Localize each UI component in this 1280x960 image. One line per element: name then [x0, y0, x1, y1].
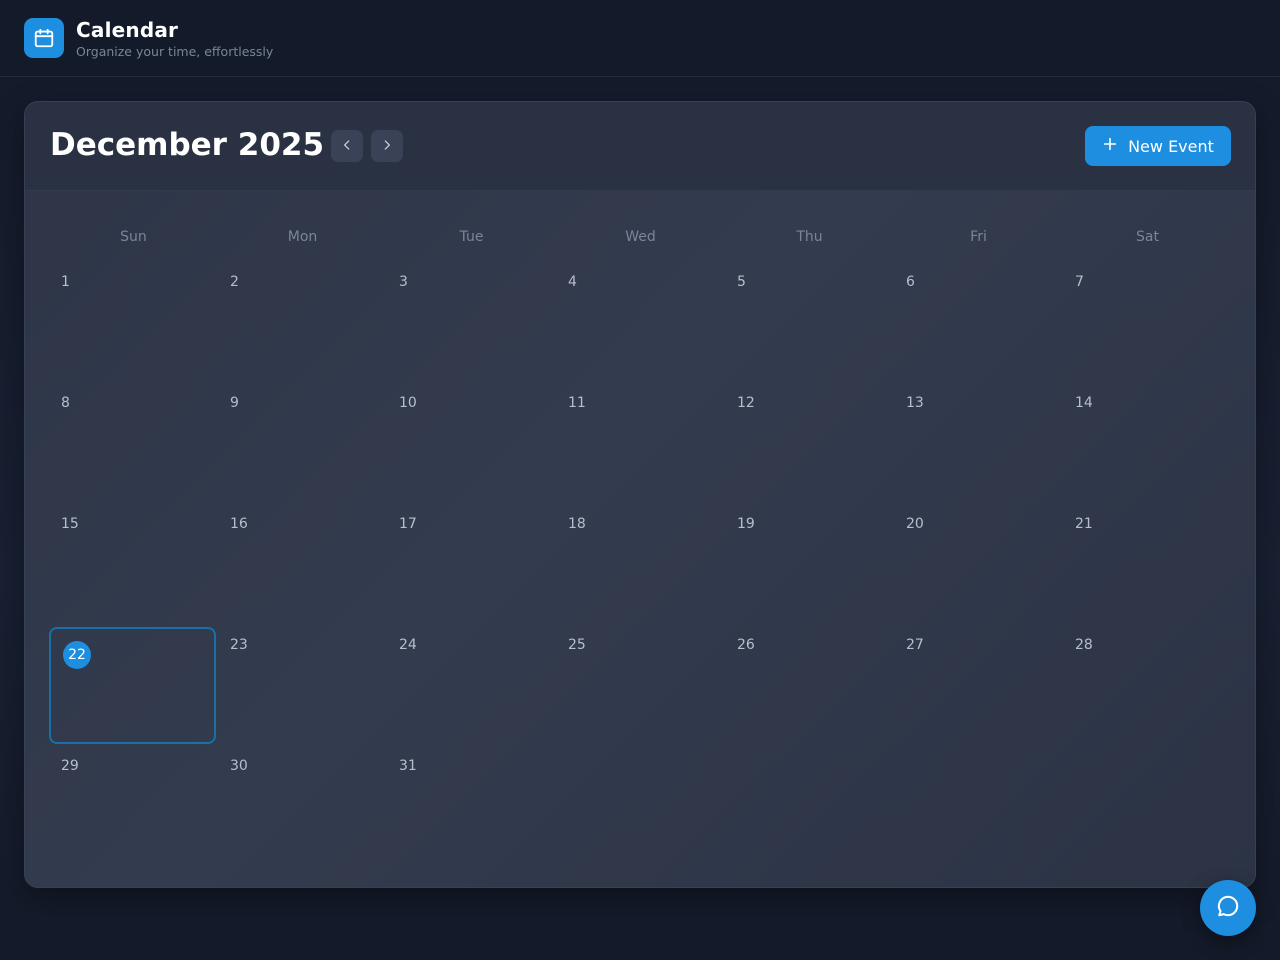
- weekday-label: Wed: [625, 229, 656, 245]
- day-number: 6: [906, 274, 915, 290]
- chat-bubble-icon: [1215, 893, 1241, 923]
- weekday-label: Mon: [287, 229, 318, 245]
- plus-icon: [1102, 136, 1118, 156]
- new-event-label: New Event: [1128, 136, 1214, 156]
- day-cell[interactable]: 7: [1063, 262, 1232, 383]
- weekday-label: Fri: [970, 229, 987, 245]
- day-number: 18: [568, 516, 586, 532]
- day-cell[interactable]: 28: [1063, 625, 1232, 746]
- day-cell[interactable]: 23: [218, 625, 387, 746]
- day-cell[interactable]: 4: [556, 262, 725, 383]
- day-number: 5: [737, 274, 746, 290]
- day-cell[interactable]: 29: [49, 746, 218, 867]
- calendar-panel: December 2025 New Event Sun Mon Tue Wed …: [24, 101, 1256, 888]
- day-number: 22: [63, 641, 91, 669]
- day-number: 30: [230, 758, 248, 774]
- day-number: 19: [737, 516, 755, 532]
- day-cell[interactable]: 5: [725, 262, 894, 383]
- previous-month-button[interactable]: [331, 130, 363, 162]
- day-cell[interactable]: 18: [556, 504, 725, 625]
- day-cell[interactable]: 20: [894, 504, 1063, 625]
- top-bar: Calendar Organize your time, effortlessl…: [0, 0, 1280, 77]
- app-title: Calendar: [76, 18, 179, 42]
- day-number: 4: [568, 274, 577, 290]
- day-number: 29: [61, 758, 79, 774]
- day-number: 9: [230, 395, 239, 411]
- day-number: 20: [906, 516, 924, 532]
- day-cell[interactable]: 21: [1063, 504, 1232, 625]
- day-cell[interactable]: 13: [894, 383, 1063, 504]
- weekday-label: Tue: [459, 229, 484, 245]
- day-cell[interactable]: 12: [725, 383, 894, 504]
- day-cell[interactable]: 17: [387, 504, 556, 625]
- day-number: 27: [906, 637, 924, 653]
- day-number: 7: [1075, 274, 1084, 290]
- day-cell[interactable]: 8: [49, 383, 218, 504]
- day-number: 25: [568, 637, 586, 653]
- calendar-icon: [24, 18, 64, 58]
- day-cell[interactable]: 24: [387, 625, 556, 746]
- weekday-label: Thu: [796, 229, 823, 245]
- day-cell[interactable]: 30: [218, 746, 387, 867]
- weekday-header-row: Sun Mon Tue Wed Thu Fri Sat: [49, 229, 1233, 249]
- day-number: 8: [61, 395, 70, 411]
- day-cell[interactable]: 1: [49, 262, 218, 383]
- day-cell[interactable]: 19: [725, 504, 894, 625]
- day-number: 24: [399, 637, 417, 653]
- day-number: 16: [230, 516, 248, 532]
- day-cell[interactable]: 25: [556, 625, 725, 746]
- calendar-header: December 2025 New Event: [25, 102, 1255, 191]
- chat-button[interactable]: [1200, 880, 1256, 936]
- day-number: 26: [737, 637, 755, 653]
- day-number: 14: [1075, 395, 1093, 411]
- day-cell[interactable]: 3: [387, 262, 556, 383]
- next-month-button[interactable]: [371, 130, 403, 162]
- day-number: 11: [568, 395, 586, 411]
- month-grid: 1 2 3 4 5 6 7 8 9 10 11 12 13 14 15 16 17 18 19 20 21 22 23 24 2…: [49, 262, 1233, 867]
- month-title: December 2025: [50, 127, 325, 163]
- day-cell[interactable]: 14: [1063, 383, 1232, 504]
- day-number: 1: [61, 274, 70, 290]
- day-number: 12: [737, 395, 755, 411]
- day-number: 15: [61, 516, 79, 532]
- app-subtitle: Organize your time, effortlessly: [76, 44, 274, 59]
- day-number: 3: [399, 274, 408, 290]
- day-number: 23: [230, 637, 248, 653]
- day-number: 10: [399, 395, 417, 411]
- new-event-button[interactable]: New Event: [1085, 126, 1231, 166]
- day-cell[interactable]: 11: [556, 383, 725, 504]
- chevron-right-icon: [380, 137, 394, 156]
- chevron-left-icon: [340, 137, 354, 156]
- day-number: 13: [906, 395, 924, 411]
- day-number: 31: [399, 758, 417, 774]
- day-cell[interactable]: 26: [725, 625, 894, 746]
- day-cell[interactable]: 10: [387, 383, 556, 504]
- day-number: 28: [1075, 637, 1093, 653]
- day-cell[interactable]: 31: [387, 746, 556, 867]
- day-cell[interactable]: 2: [218, 262, 387, 383]
- day-number: 2: [230, 274, 239, 290]
- weekday-label: Sat: [1136, 229, 1159, 245]
- day-number: 21: [1075, 516, 1093, 532]
- day-cell-today[interactable]: 22: [49, 627, 216, 744]
- day-number: 17: [399, 516, 417, 532]
- day-cell[interactable]: 27: [894, 625, 1063, 746]
- day-cell[interactable]: 16: [218, 504, 387, 625]
- day-cell[interactable]: 9: [218, 383, 387, 504]
- day-cell[interactable]: 15: [49, 504, 218, 625]
- day-cell[interactable]: 6: [894, 262, 1063, 383]
- weekday-label: Sun: [120, 229, 147, 245]
